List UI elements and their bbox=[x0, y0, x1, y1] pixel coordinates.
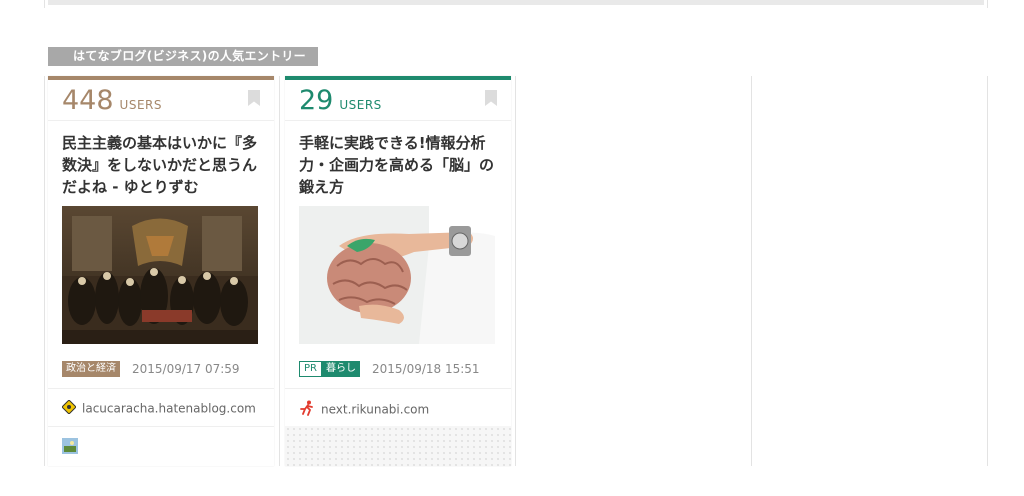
top-strip bbox=[44, 0, 988, 8]
user-avatar-icon[interactable] bbox=[62, 438, 78, 458]
users-number: 448 bbox=[62, 85, 114, 116]
runner-icon bbox=[299, 400, 315, 419]
entry-meta: 政治と経済 2015/09/17 07:59 bbox=[62, 358, 240, 377]
entry-title[interactable]: 手軽に実践できる!情報分析力・企画力を高める「脳」の鍛え方 bbox=[299, 132, 499, 198]
domain-text: lacucaracha.hatenablog.com bbox=[82, 401, 256, 416]
divider bbox=[987, 0, 988, 8]
divider bbox=[44, 0, 45, 8]
divider bbox=[48, 120, 274, 121]
entry-domain[interactable]: next.rikunabi.com bbox=[299, 400, 429, 419]
divider bbox=[48, 426, 274, 427]
domain-text: next.rikunabi.com bbox=[321, 402, 430, 417]
brain-model-image[interactable] bbox=[299, 206, 495, 344]
section-label: はてなブログ(ビジネス)の人気エントリー bbox=[48, 47, 318, 66]
painting-image[interactable] bbox=[62, 206, 258, 344]
site-favicon-diamond-icon bbox=[61, 399, 77, 417]
users-unit: USERS bbox=[119, 98, 162, 112]
users-count[interactable]: 448 USERS bbox=[62, 86, 162, 116]
entry-date: 2015/09/18 15:51 bbox=[371, 361, 480, 376]
category-badge[interactable]: 政治と経済 bbox=[62, 360, 120, 377]
card-accent-bar bbox=[285, 76, 511, 80]
entry-title[interactable]: 民主主義の基本はいかに『多数決』をしないかだと思うんだよね - ゆとりずむ bbox=[62, 132, 262, 198]
bookmark-icon[interactable] bbox=[485, 90, 497, 106]
entry-domain[interactable]: lacucaracha.hatenablog.com bbox=[61, 399, 256, 417]
entry-meta: PR 暮らし 2015/09/18 15:51 bbox=[299, 358, 480, 377]
column-divider bbox=[751, 76, 752, 466]
users-number: 29 bbox=[299, 85, 334, 116]
entry-date: 2015/09/17 07:59 bbox=[132, 361, 240, 376]
users-count[interactable]: 29 USERS bbox=[299, 86, 382, 116]
entry-card[interactable]: 29 USERS 手軽に実践できる!情報分析力・企画力を高める「脳」の鍛え方 PR… bbox=[285, 76, 511, 466]
column-divider bbox=[44, 76, 45, 466]
users-unit: USERS bbox=[339, 98, 382, 112]
category-badge[interactable]: 暮らし bbox=[321, 360, 360, 377]
entry-card[interactable]: 448 USERS 民主主義の基本はいかに『多数決』をしないかだと思うんだよね -… bbox=[48, 76, 274, 466]
dotted-footer bbox=[285, 426, 511, 466]
column-divider bbox=[987, 76, 988, 466]
divider bbox=[48, 388, 274, 389]
bookmark-icon[interactable] bbox=[248, 90, 260, 106]
card-accent-bar bbox=[48, 76, 274, 80]
divider bbox=[285, 388, 511, 389]
column-divider bbox=[515, 76, 516, 466]
column-divider bbox=[279, 76, 280, 466]
divider bbox=[285, 120, 511, 121]
previous-section-bar bbox=[48, 0, 984, 5]
pr-badge: PR bbox=[299, 360, 322, 377]
